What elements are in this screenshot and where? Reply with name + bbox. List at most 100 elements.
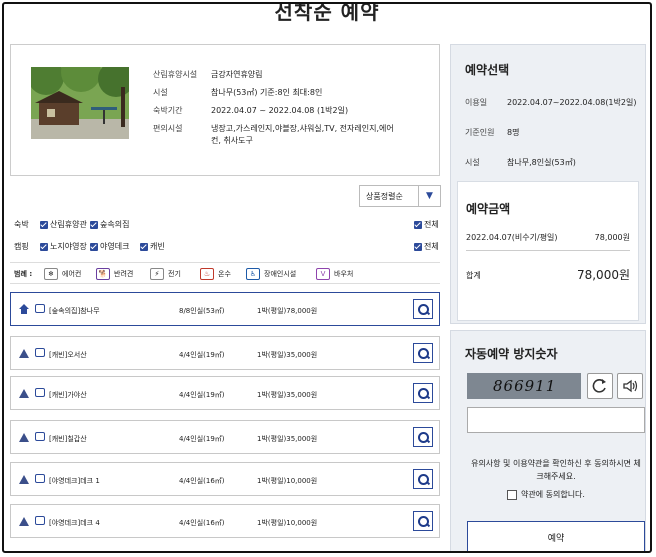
captcha-input[interactable] (467, 407, 645, 433)
info-row-period: 숙박기간 2022.04.07 ~ 2022.04.08 (1박2일) (153, 105, 401, 117)
search-icon[interactable] (413, 383, 433, 403)
facility-photo (31, 67, 129, 139)
table-row[interactable]: [야영데크]데크 1 4/4인실(16㎡) 1박(평일)10,000원 (10, 462, 440, 496)
checkbox-icon[interactable] (507, 489, 517, 500)
info-row-amenities: 편의시설 냉장고,가스레인지,야블장,샤워실,TV, 전자레인지,에어컨, 취사… (153, 123, 401, 147)
filter-option-forest-lodge[interactable]: 산림휴양관 (40, 219, 87, 230)
filter-category-label: 숙박 (14, 220, 29, 229)
filter-option-label: 숲속의집 (100, 220, 130, 229)
search-icon[interactable] (413, 427, 433, 447)
table-row[interactable]: [캐빈]오서산 4/4인실(19㎡) 1박(평일)35,000원 (10, 336, 440, 370)
filter-option-cabin[interactable]: 캐빈 (140, 241, 165, 252)
selection-label: 기준인원 (465, 128, 495, 137)
checkbox-checked-icon[interactable] (90, 242, 98, 251)
info-label: 편의시설 (153, 124, 183, 133)
room-capacity: 4/4인실(19㎡) (179, 435, 225, 443)
info-value: 금강자연휴양림 (211, 70, 263, 79)
selection-label: 시설 (465, 158, 480, 167)
selection-row: 기준인원 8명 (465, 127, 637, 138)
selection-value: 8명 (507, 128, 520, 137)
legend-item: V 바우처 (316, 268, 353, 280)
filter-option-label: 산림휴양관 (50, 220, 87, 229)
checkbox-checked-icon[interactable] (40, 242, 48, 251)
agree-label: 약관에 동의합니다. (521, 490, 585, 499)
search-icon[interactable] (413, 469, 433, 489)
room-name: [야영데크]데크 1 (49, 477, 100, 485)
agree-terms-checkbox[interactable]: 약관에 동의합니다. (507, 489, 585, 500)
table-row[interactable]: [숲속의집]참나무 8/8인실(53㎡) 1박(평일)78,000원 (10, 292, 440, 326)
info-value: 냉장고,가스레인지,야블장,샤워실,TV, 전자레인지,에어컨, 취사도구 (211, 124, 394, 145)
checkbox-checked-icon[interactable] (414, 220, 422, 229)
filter-option-field-camp[interactable]: 노지야영장 (40, 241, 87, 252)
room-type-icon (35, 388, 45, 397)
room-name: [캐빈]가야산 (49, 391, 87, 399)
info-value: 참나무(53㎡) 기준:8인 최대:8인 (211, 88, 323, 97)
legend-item: ⚡ 전기 (150, 268, 181, 280)
amount-title: 예약금액 (466, 202, 511, 216)
room-capacity: 4/4인실(19㎡) (179, 391, 225, 399)
total-label: 합계 (466, 271, 481, 280)
info-row-facility: 산림휴양시설 금강자연휴양림 (153, 69, 401, 81)
filter-row-lodging: 숙박 산림휴양관 숲속의집 전체 (10, 215, 440, 235)
info-label: 시설 (153, 88, 168, 97)
room-price: 1박(평일)35,000원 (257, 351, 318, 359)
checkbox-checked-icon[interactable] (90, 220, 98, 229)
legend-label: 장애인시설 (264, 270, 297, 278)
warning-icon (19, 475, 29, 484)
room-type-icon (35, 432, 45, 441)
divider (466, 250, 630, 251)
room-capacity: 4/4인실(19㎡) (179, 351, 225, 359)
table-row[interactable]: [캐빈]가야산 4/4인실(19㎡) 1박(평일)35,000원 (10, 376, 440, 410)
table-row[interactable]: [야영데크]데크 4 4/4인실(16㎡) 1박(평일)10,000원 (10, 504, 440, 538)
room-price: 1박(평일)10,000원 (257, 477, 318, 485)
room-price: 1박(평일)35,000원 (257, 391, 318, 399)
search-icon[interactable] (413, 343, 433, 363)
voucher-icon: V (316, 268, 330, 280)
sort-selected-value: 상품정렬순 (366, 192, 403, 201)
refresh-captcha-button[interactable] (587, 373, 613, 399)
legend-label: 에어컨 (62, 270, 82, 278)
filter-all-label: 전체 (424, 220, 439, 229)
audio-captcha-button[interactable] (617, 373, 643, 399)
hot-water-icon: ♨ (200, 268, 214, 280)
chevron-down-icon[interactable]: ▼ (418, 186, 440, 206)
legend-item: ♿ 장애인시설 (246, 268, 296, 280)
amount-box: 예약금액 2022.04.07(비수기/평일) 78,000원 합계 78,00… (457, 181, 639, 321)
checkbox-checked-icon[interactable] (140, 242, 148, 251)
room-name: [야영데크]데크 4 (49, 519, 100, 527)
room-capacity: 4/4인실(16㎡) (179, 477, 225, 485)
checkbox-checked-icon[interactable] (414, 242, 422, 251)
electricity-icon: ⚡ (150, 268, 164, 280)
filter-option-label: 캐빈 (150, 242, 165, 251)
table-row[interactable]: [캐빈]칠갑산 4/4인실(19㎡) 1박(평일)35,000원 (10, 420, 440, 454)
selection-row: 이용일 2022.04.07~2022.04.08(1박2일) (465, 97, 637, 108)
room-price: 1박(평일)78,000원 (257, 307, 318, 315)
info-label: 숙박기간 (153, 106, 183, 115)
legend-item: 🐕 반려견 (96, 268, 133, 280)
room-price: 1박(평일)10,000원 (257, 519, 318, 527)
filter-all-lodging[interactable]: 전체 (414, 219, 439, 230)
info-row-room: 시설 참나무(53㎡) 기준:8인 최대:8인 (153, 87, 401, 99)
refresh-icon (592, 379, 606, 393)
legend-item: ♨ 온수 (200, 268, 231, 280)
checkbox-checked-icon[interactable] (40, 220, 48, 229)
reserve-button[interactable]: 예약 (467, 521, 645, 551)
search-icon[interactable] (413, 511, 433, 531)
legend-item: ❄ 에어컨 (44, 268, 81, 280)
room-name: [캐빈]칠갑산 (49, 435, 87, 443)
room-name: [캐빈]오서산 (49, 351, 87, 359)
info-label: 산림휴양시설 (153, 70, 198, 79)
sort-select[interactable]: 상품정렬순 ▼ (359, 185, 441, 207)
page-title: 선착순 예약 (274, 2, 380, 24)
filter-option-forest-house[interactable]: 숲속의집 (90, 219, 129, 230)
legend-label: 바우처 (334, 270, 354, 278)
selection-title: 예약선택 (465, 63, 510, 77)
terms-notice: 유의사항 및 이용약관을 확인하신 후 동의하시면 체크해주세요. (471, 459, 641, 481)
search-icon[interactable] (413, 299, 433, 319)
legend-bar: 범례 : ❄ 에어컨 🐕 반려견 ⚡ 전기 ♨ 온수 ♿ 장애인시설 V 바우처 (10, 262, 440, 284)
warning-icon (19, 389, 29, 398)
filter-option-camp-deck[interactable]: 야영데크 (90, 241, 129, 252)
filter-all-camping[interactable]: 전체 (414, 241, 439, 252)
room-type-icon (35, 474, 45, 483)
room-type-icon (35, 516, 45, 525)
